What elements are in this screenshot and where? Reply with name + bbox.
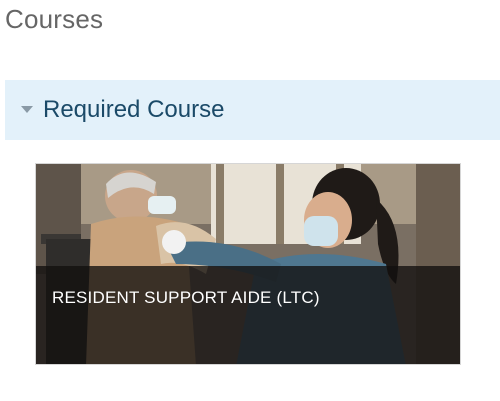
collapse-caret-icon[interactable] (21, 105, 33, 113)
section-header-required-course[interactable]: Required Course (5, 80, 500, 140)
page-title: Courses (5, 4, 104, 34)
course-title-overlay (36, 266, 460, 364)
course-name-link[interactable]: RESIDENT SUPPORT AIDE (LTC) (52, 288, 320, 308)
section-title: Required Course (43, 96, 225, 123)
course-card[interactable]: RESIDENT SUPPORT AIDE (LTC) (35, 163, 461, 365)
